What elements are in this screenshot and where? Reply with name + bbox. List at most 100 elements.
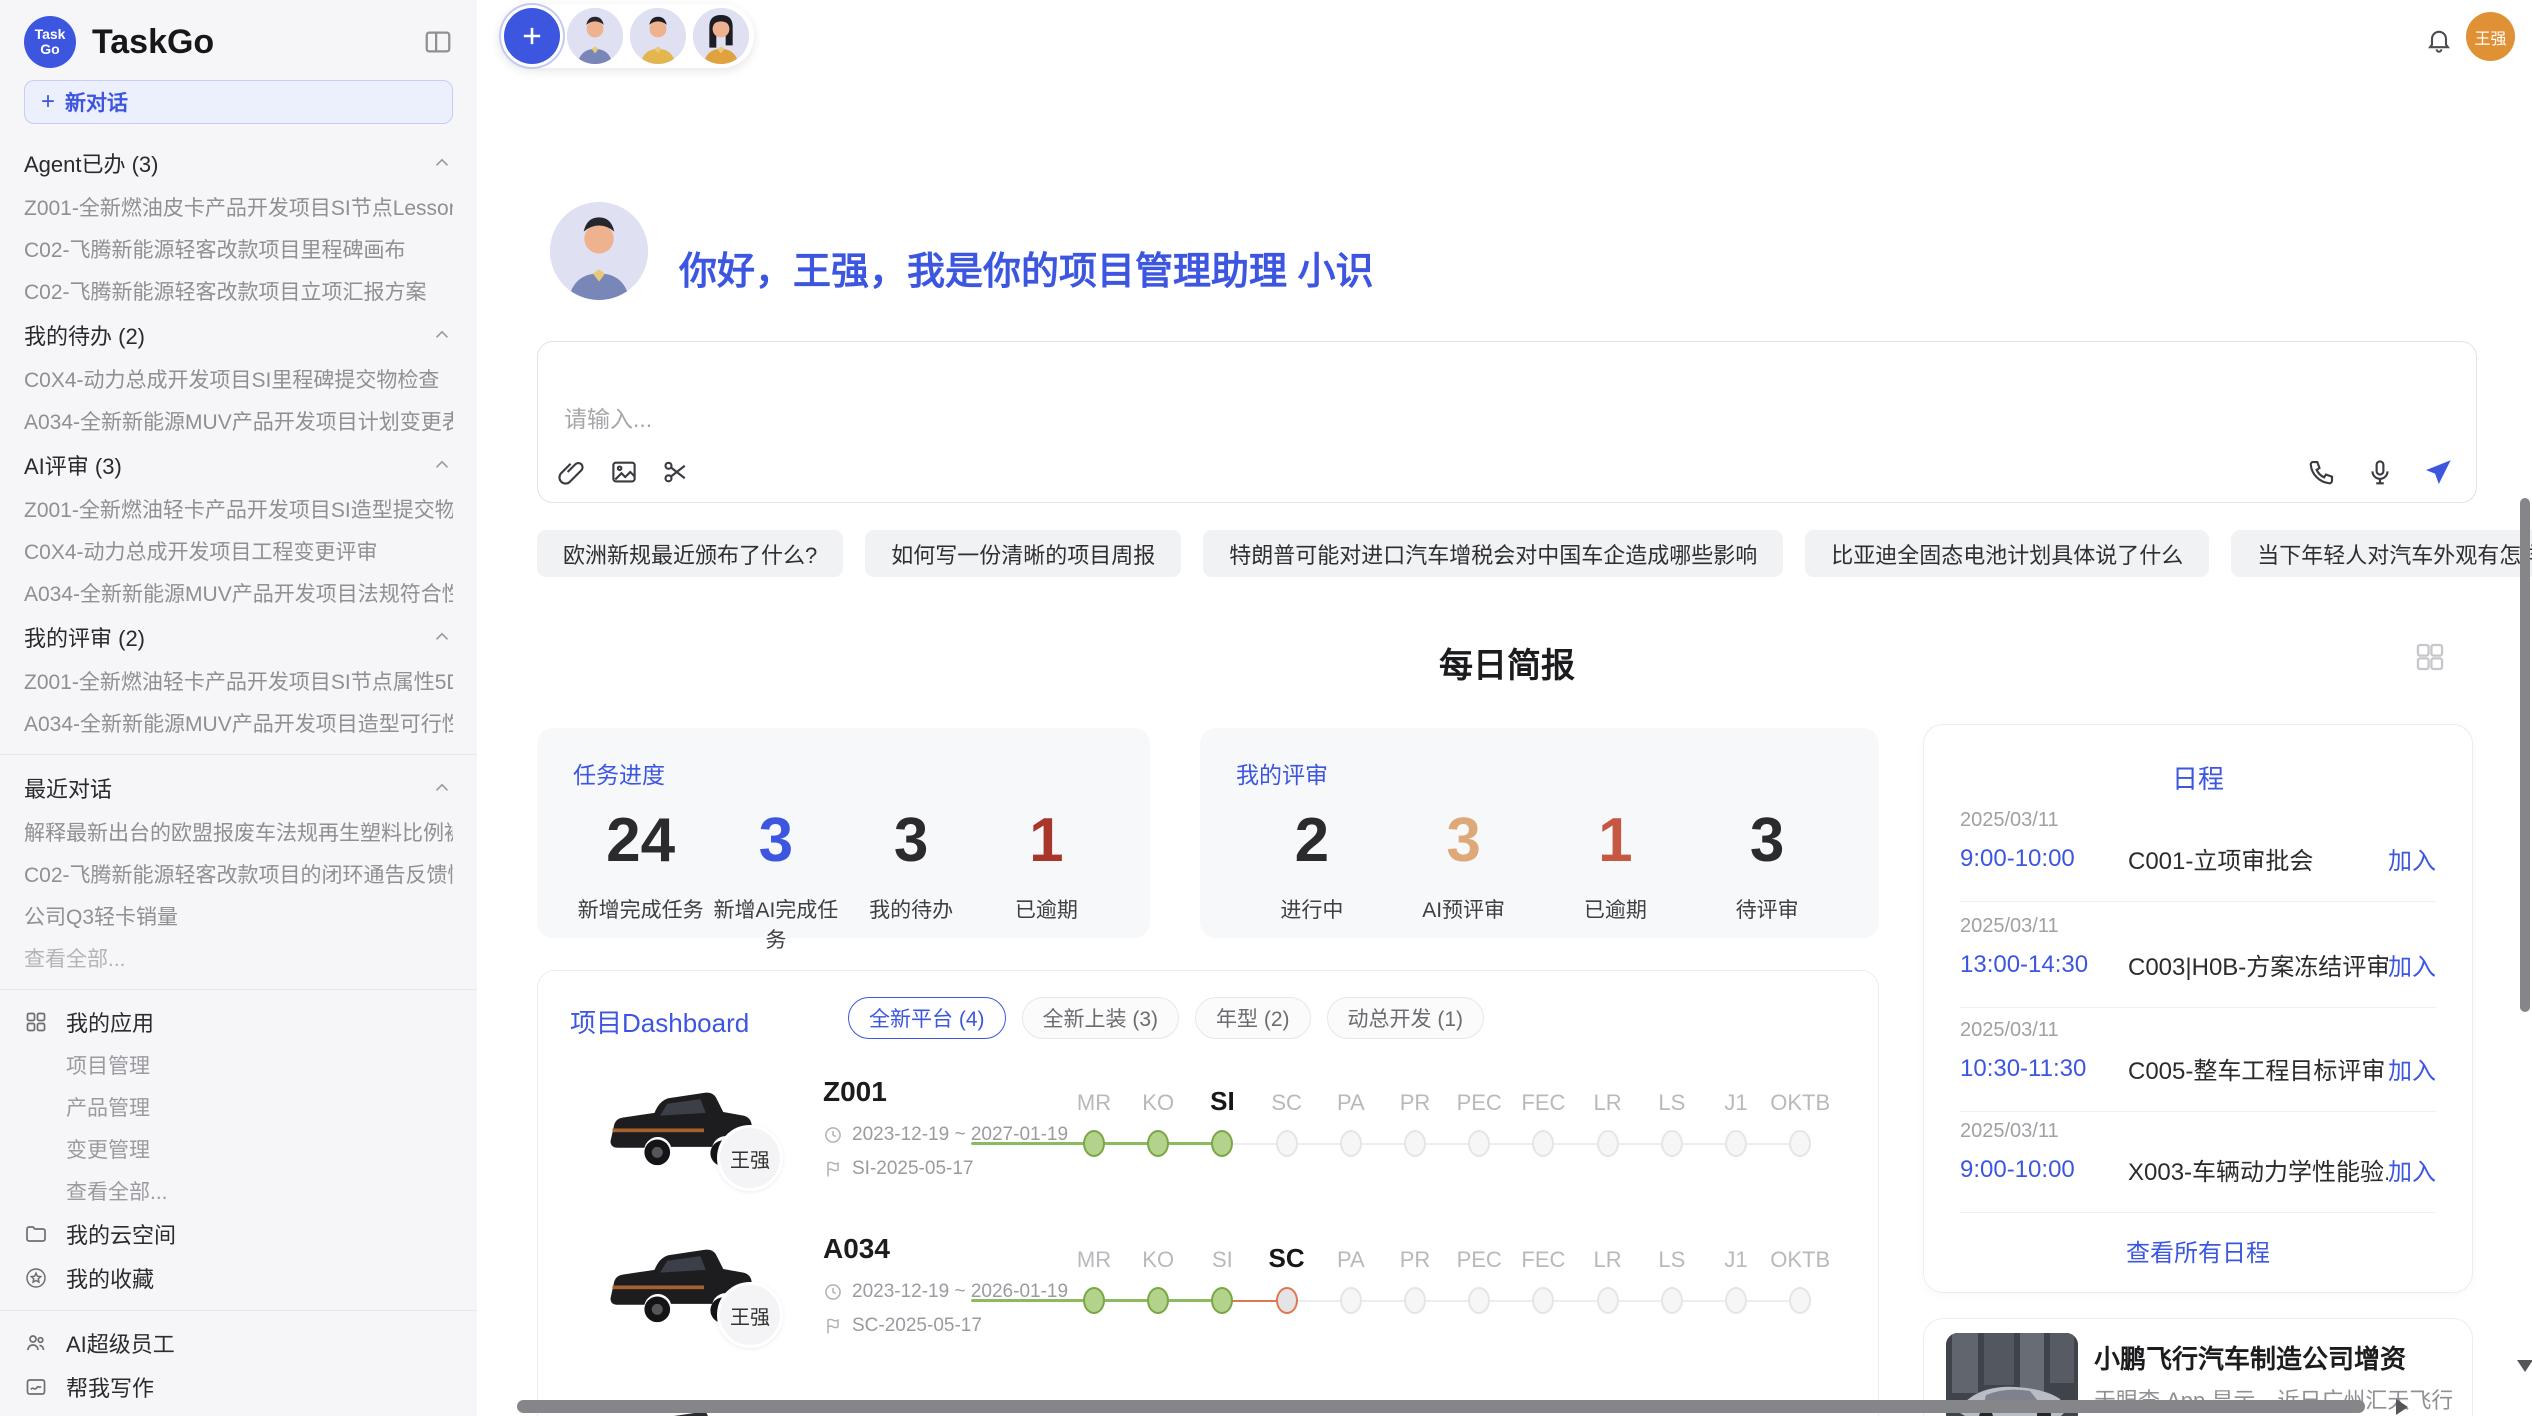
milestone-node[interactable] (1597, 1130, 1619, 1157)
milestone-node[interactable] (1083, 1287, 1105, 1314)
sidebar-task-item[interactable]: A034-全新新能源MUV产品开发项目造型可行性评审 (24, 702, 453, 744)
milestone-node[interactable] (1211, 1287, 1233, 1314)
milestone-node[interactable] (1340, 1130, 1362, 1157)
milestone-node[interactable] (1468, 1287, 1490, 1314)
milestone-node[interactable] (1276, 1130, 1298, 1157)
milestone-node[interactable] (1532, 1130, 1554, 1157)
my-apps-child-item[interactable]: 变更管理 (24, 1128, 453, 1170)
sidebar-item-my-apps[interactable]: 我的应用 (24, 1000, 453, 1044)
vertical-scrollbar[interactable] (2520, 498, 2530, 1012)
recent-chat-item[interactable]: 解释最新出台的欧盟报废车法规再生塑料比例被调至15%... (24, 811, 453, 853)
recent-chat-item[interactable]: 公司Q3轻卡销量 (24, 895, 453, 937)
suggestion-chip[interactable]: 比亚迪全固态电池计划具体说了什么 (1805, 530, 2209, 577)
sidebar-section-header[interactable]: 我的待办 (2) (24, 312, 453, 358)
sidebar-section-header[interactable]: AI评审 (3) (24, 442, 453, 488)
milestone-node[interactable] (1597, 1287, 1619, 1314)
recent-chats-header[interactable]: 最近对话 (24, 765, 453, 811)
chevron-up-icon[interactable] (431, 454, 453, 476)
recent-chat-item[interactable]: C02-飞腾新能源轻客改款项目的闭环通告反馈情况 (24, 853, 453, 895)
suggestion-chip[interactable]: 当下年轻人对汽车外观有怎样的喜好趋势 (2231, 530, 2532, 577)
milestone-node[interactable] (1147, 1130, 1169, 1157)
chevron-up-icon[interactable] (431, 777, 453, 799)
milestone-node[interactable] (1661, 1287, 1683, 1314)
composer-left-icons (556, 456, 692, 488)
sidebar-tool-write[interactable]: 帮我写作 (24, 1365, 453, 1409)
sidebar-task-item[interactable]: C0X4-动力总成开发项目SI里程碑提交物检查 (24, 358, 453, 400)
milestone-node[interactable] (1276, 1287, 1298, 1314)
view-all-chats[interactable]: 查看全部... (24, 937, 453, 979)
send-icon[interactable] (2422, 456, 2454, 488)
join-meeting-link[interactable]: 加入 (2388, 1051, 2436, 1086)
add-session-button[interactable] (504, 8, 560, 64)
milestone-node[interactable] (1147, 1287, 1169, 1314)
scroll-right-arrow-icon[interactable] (2396, 1399, 2408, 1415)
my-apps-child-item[interactable]: 项目管理 (24, 1044, 453, 1086)
sidebar-task-item[interactable]: C0X4-动力总成开发项目工程变更评审 (24, 530, 453, 572)
scissors-icon[interactable] (660, 456, 692, 488)
sidebar-task-item[interactable]: Z001-全新燃油皮卡产品开发项目SI节点Lesson Learn报告 (24, 186, 453, 228)
sidebar-task-item[interactable]: A034-全新新能源MUV产品开发项目计划变更表编写 (24, 400, 453, 442)
horizontal-scrollbar[interactable] (517, 1400, 2365, 1413)
sidebar-task-item[interactable]: Z001-全新燃油轻卡产品开发项目SI造型提交物评审 (24, 488, 453, 530)
project-row[interactable]: 王强Z0012023-12-19 ~ 2027-01-19SI-2025-05-… (538, 1068, 1878, 1238)
view-all-schedule-link[interactable]: 查看所有日程 (1924, 1233, 2472, 1268)
suggestion-chip[interactable]: 特朗普可能对进口汽车增税会对中国车企造成哪些影响 (1203, 530, 1783, 577)
milestone-node[interactable] (1340, 1287, 1362, 1314)
sidebar-task-item[interactable]: Z001-全新燃油轻卡产品开发项目SI节点属性5D文件评审 (24, 660, 453, 702)
sidebar-task-item[interactable]: C02-飞腾新能源轻客改款项目里程碑画布 (24, 228, 453, 270)
sidebar-item-star[interactable]: 我的收藏 (24, 1256, 453, 1300)
dashboard-tab[interactable]: 全新平台 (4) (848, 997, 1006, 1039)
sidebar-section-header[interactable]: Agent已办 (3) (24, 140, 453, 186)
my-apps-child-item[interactable]: 查看全部... (24, 1170, 453, 1212)
chat-composer[interactable]: 请输入... (537, 341, 2477, 503)
image-icon[interactable] (608, 456, 640, 488)
collapse-sidebar-icon[interactable] (423, 27, 453, 57)
join-meeting-link[interactable]: 加入 (2388, 947, 2436, 982)
milestone-node[interactable] (1532, 1287, 1554, 1314)
scroll-down-arrow-icon[interactable] (2517, 1360, 2532, 1372)
dashboard-tab[interactable]: 年型 (2) (1195, 997, 1311, 1039)
project-row[interactable]: 王强A0342023-12-19 ~ 2026-01-19SC-2025-05-… (538, 1225, 1878, 1395)
milestone-node[interactable] (1789, 1287, 1811, 1314)
phone-icon[interactable] (2306, 456, 2338, 488)
milestone-node[interactable] (1661, 1130, 1683, 1157)
notification-bell-icon[interactable] (2425, 26, 2453, 54)
briefing-layout-icon[interactable] (2413, 640, 2447, 674)
sidebar-task-item[interactable]: C02-飞腾新能源轻客改款项目立项汇报方案 (24, 270, 453, 312)
milestone-node[interactable] (1789, 1130, 1811, 1157)
sidebar-tool-people[interactable]: AI超级员工 (24, 1321, 453, 1365)
milestone-node[interactable] (1211, 1130, 1233, 1157)
new-chat-button[interactable]: + 新对话 (24, 80, 453, 124)
milestone-label: PEC (1457, 1090, 1502, 1116)
chevron-up-icon[interactable] (431, 152, 453, 174)
attachment-icon[interactable] (556, 456, 588, 488)
my-apps-child-item[interactable]: 产品管理 (24, 1086, 453, 1128)
milestone-node[interactable] (1468, 1130, 1490, 1157)
milestone-node[interactable] (1725, 1287, 1747, 1314)
suggestion-chip[interactable]: 如何写一份清晰的项目周报 (865, 530, 1181, 577)
join-meeting-link[interactable]: 加入 (2388, 841, 2436, 876)
sidebar-tool-pen[interactable]: 创意制图 (24, 1409, 453, 1416)
milestone-node[interactable] (1083, 1130, 1105, 1157)
milestone-node[interactable] (1725, 1130, 1747, 1157)
assistant-avatar-2[interactable] (630, 8, 686, 64)
flag-icon (823, 1159, 843, 1179)
milestone-node[interactable] (1404, 1287, 1426, 1314)
user-avatar[interactable]: 王强 (2466, 12, 2515, 61)
assistant-avatar-3[interactable] (693, 8, 749, 64)
microphone-icon[interactable] (2364, 456, 2396, 488)
session-switcher (499, 4, 754, 68)
suggestion-chip[interactable]: 欧洲新规最近颁布了什么? (537, 530, 843, 577)
join-meeting-link[interactable]: 加入 (2388, 1152, 2436, 1187)
sidebar-item-folder[interactable]: 我的云空间 (24, 1212, 453, 1256)
sidebar-recent-section: 最近对话解释最新出台的欧盟报废车法规再生塑料比例被调至15%...C02-飞腾新… (24, 765, 453, 979)
assistant-avatar-1[interactable] (567, 8, 623, 64)
dashboard-tab[interactable]: 全新上装 (3) (1022, 997, 1180, 1039)
sidebar-ai-tools: AI超级员工帮我写作创意制图 (24, 1321, 453, 1416)
dashboard-tab[interactable]: 动总开发 (1) (1327, 997, 1485, 1039)
sidebar-task-item[interactable]: A034-全新新能源MUV产品开发项目法规符合性评审 (24, 572, 453, 614)
chevron-up-icon[interactable] (431, 626, 453, 648)
milestone-node[interactable] (1404, 1130, 1426, 1157)
chevron-up-icon[interactable] (431, 324, 453, 346)
sidebar-section-header[interactable]: 我的评审 (2) (24, 614, 453, 660)
